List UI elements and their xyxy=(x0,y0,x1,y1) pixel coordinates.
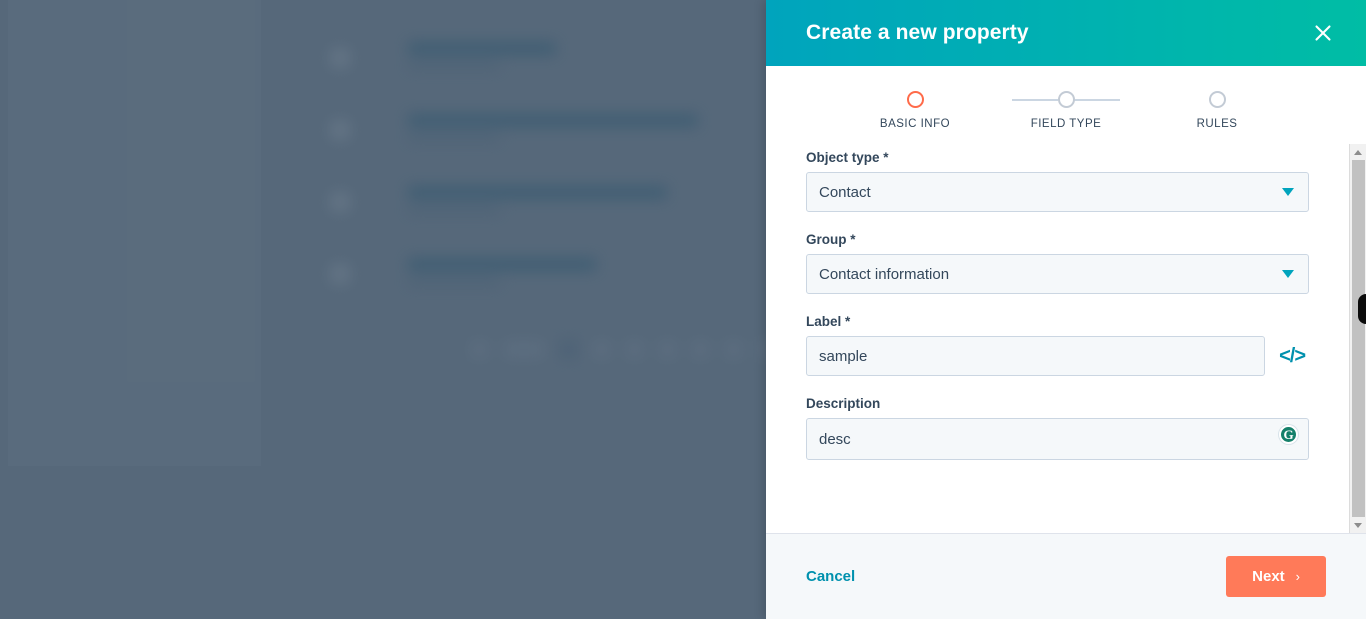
background-item-subtitle xyxy=(408,205,500,214)
background-item-subtitle xyxy=(408,277,500,286)
object-type-value: Contact xyxy=(819,183,871,201)
modal-body: Object type * Contact Group * Contact in… xyxy=(766,144,1349,533)
scroll-up-arrow[interactable] xyxy=(1349,144,1366,160)
modal-body-wrapper: Object type * Contact Group * Contact in… xyxy=(766,144,1366,533)
background-pagination-dot xyxy=(470,340,489,359)
background-item-subtitle xyxy=(408,133,500,142)
label-input[interactable]: sample xyxy=(806,336,1266,376)
description-input[interactable]: desc G xyxy=(806,418,1309,460)
step-circle-icon xyxy=(906,91,924,108)
background-item-texts xyxy=(408,258,596,286)
field-control-row: Contact information xyxy=(806,254,1309,294)
field-label: Object type * xyxy=(806,150,889,165)
background-pagination-dot xyxy=(691,340,710,359)
group-select[interactable]: Contact information xyxy=(806,254,1309,294)
background-pagination-dot xyxy=(658,340,677,359)
close-icon[interactable] xyxy=(1308,18,1338,48)
group-value: Contact information xyxy=(819,265,950,283)
next-button[interactable]: Next › xyxy=(1226,556,1326,597)
chevron-down-icon xyxy=(1282,188,1294,196)
modal-scrollbar[interactable] xyxy=(1349,144,1366,533)
wizard-stepper: BASIC INFO FIELD TYPE RULES xyxy=(766,66,1366,144)
create-property-modal: Create a new property BASIC INFO FIELD T… xyxy=(766,0,1366,619)
background-item-title xyxy=(408,114,698,127)
stepper-step-basic-info[interactable]: BASIC INFO xyxy=(855,91,975,130)
stepper-step-label: RULES xyxy=(1196,118,1238,130)
field-description: Description desc G xyxy=(806,396,1309,460)
mouse-cursor-indicator xyxy=(1358,294,1366,324)
modal-header: Create a new property xyxy=(766,0,1366,66)
step-circle-icon xyxy=(1057,91,1075,108)
background-pagination-dot xyxy=(625,340,644,359)
stepper-step-label: FIELD TYPE xyxy=(1030,118,1102,130)
background-item-title xyxy=(408,258,596,271)
description-input-value: desc xyxy=(819,430,851,448)
stepper-step-rules[interactable]: RULES xyxy=(1157,91,1277,130)
background-item-title xyxy=(408,42,556,55)
background-item-texts xyxy=(408,114,698,142)
background-checkbox xyxy=(330,120,350,140)
object-type-select[interactable]: Contact xyxy=(806,172,1309,212)
next-button-label: Next xyxy=(1252,568,1285,585)
background-list-item xyxy=(330,258,596,286)
scroll-down-arrow[interactable] xyxy=(1349,517,1366,533)
background-item-texts xyxy=(408,186,667,214)
background-pagination-dot xyxy=(592,340,611,359)
field-label: Label * xyxy=(806,314,851,329)
stepper-step-field-type[interactable]: FIELD TYPE xyxy=(1006,91,1126,130)
field-control-row: Contact xyxy=(806,172,1309,212)
stepper-step-label: BASIC INFO xyxy=(879,118,951,130)
field-label: Description xyxy=(806,396,881,411)
background-pagination-dot xyxy=(724,340,743,359)
scrollbar-thumb[interactable] xyxy=(1351,160,1365,517)
chevron-right-icon: › xyxy=(1295,569,1300,584)
background-checkbox xyxy=(330,264,350,284)
background-item-texts xyxy=(408,42,556,70)
label-input-value: sample xyxy=(819,347,868,365)
field-label-name: Label * sample </> xyxy=(806,314,1309,376)
background-page-content xyxy=(0,0,776,619)
field-label: Group * xyxy=(806,232,856,247)
cancel-button[interactable]: Cancel xyxy=(806,568,855,585)
stepper-steps: BASIC INFO FIELD TYPE RULES xyxy=(855,91,1277,130)
field-object-type: Object type * Contact xyxy=(806,150,1309,212)
background-item-title xyxy=(408,186,667,199)
field-control-row: desc G xyxy=(806,418,1309,460)
background-list-item xyxy=(330,114,698,142)
background-checkbox xyxy=(330,192,350,212)
chevron-down-icon xyxy=(1282,270,1294,278)
scrollbar-track[interactable] xyxy=(1349,160,1366,517)
background-checkbox xyxy=(330,48,350,68)
page-title: Create a new property xyxy=(806,21,1029,44)
background-pagination-dot xyxy=(503,340,545,359)
background-pagination xyxy=(470,340,776,359)
background-list-item xyxy=(330,42,556,70)
step-circle-icon xyxy=(1208,91,1226,108)
modal-footer: Cancel Next › xyxy=(766,533,1366,619)
background-item-subtitle xyxy=(408,61,500,70)
background-pagination-dot xyxy=(559,340,578,359)
field-group: Group * Contact information xyxy=(806,232,1309,294)
code-icon[interactable]: </> xyxy=(1275,344,1309,368)
field-control-row: sample </> xyxy=(806,336,1309,376)
background-list-item xyxy=(330,186,667,214)
grammarly-icon[interactable]: G xyxy=(1279,425,1298,444)
